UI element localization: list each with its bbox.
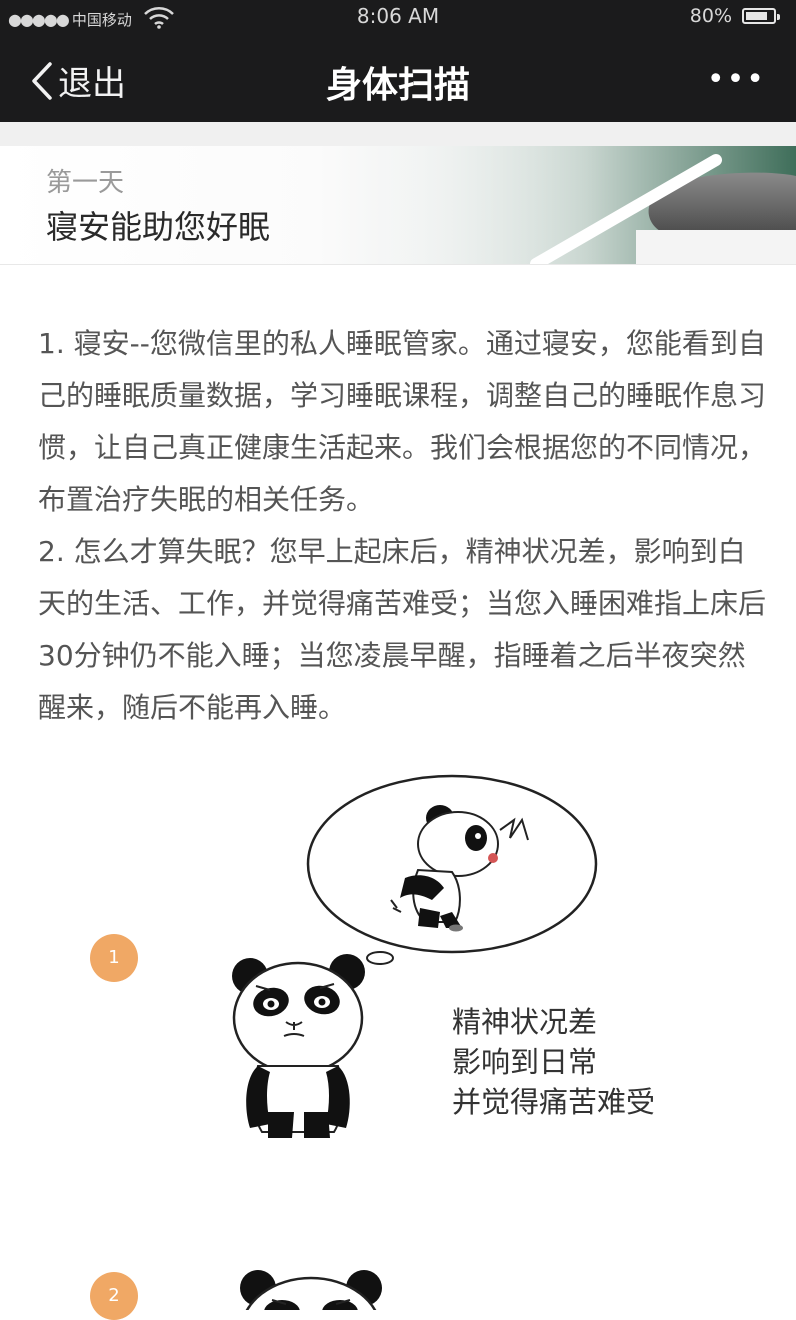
status-right: 80% (689, 5, 780, 27)
thought-bubble (306, 774, 598, 980)
battery-fill (746, 12, 767, 20)
panda-character-2 (240, 1270, 382, 1310)
lesson-day: 第一天 (46, 168, 125, 198)
illustration-caption: 精神状况差 影响到日常 并觉得痛苦难受 (452, 1002, 655, 1122)
battery-icon (742, 8, 780, 24)
paragraph-2: 2. 怎么才算失眠？您早上起床后，精神状况差，影响到白天的生活、工作，并觉得痛苦… (38, 535, 767, 724)
status-bar: ●●●●● 中国移动 8:06 AM 80% (0, 0, 796, 34)
panda-character (232, 954, 365, 1138)
caption-line-2: 影响到日常 (452, 1045, 598, 1079)
paragraph-1: 1. 寝安--您微信里的私人睡眠管家。通过寝安，您能看到自己的睡眠质量数据，学习… (38, 327, 767, 516)
lesson-banner: 第一天 寝安能助您好眠 (0, 146, 796, 265)
section-divider (0, 122, 796, 146)
article-body: 1. 寝安--您微信里的私人睡眠管家。通过寝安，您能看到自己的睡眠质量数据，学习… (38, 318, 768, 734)
nav-bar: 退出 身体扫描 ••• (0, 34, 796, 122)
panda-illustration (232, 774, 598, 1310)
caption-line-1: 精神状况差 (452, 1005, 598, 1039)
banner-image (376, 146, 796, 264)
page-title: 身体扫描 (325, 65, 470, 106)
lesson-title: 寝安能助您好眠 (46, 208, 271, 246)
battery-percent: 80% (689, 5, 732, 27)
status-time: 8:06 AM (356, 4, 440, 28)
illustration: 1 2 精神状况差 影响到日常 并觉得痛苦难受 (0, 760, 796, 1320)
more-icon[interactable]: ••• (707, 62, 766, 97)
caption-line-3: 并觉得痛苦难受 (452, 1085, 656, 1119)
